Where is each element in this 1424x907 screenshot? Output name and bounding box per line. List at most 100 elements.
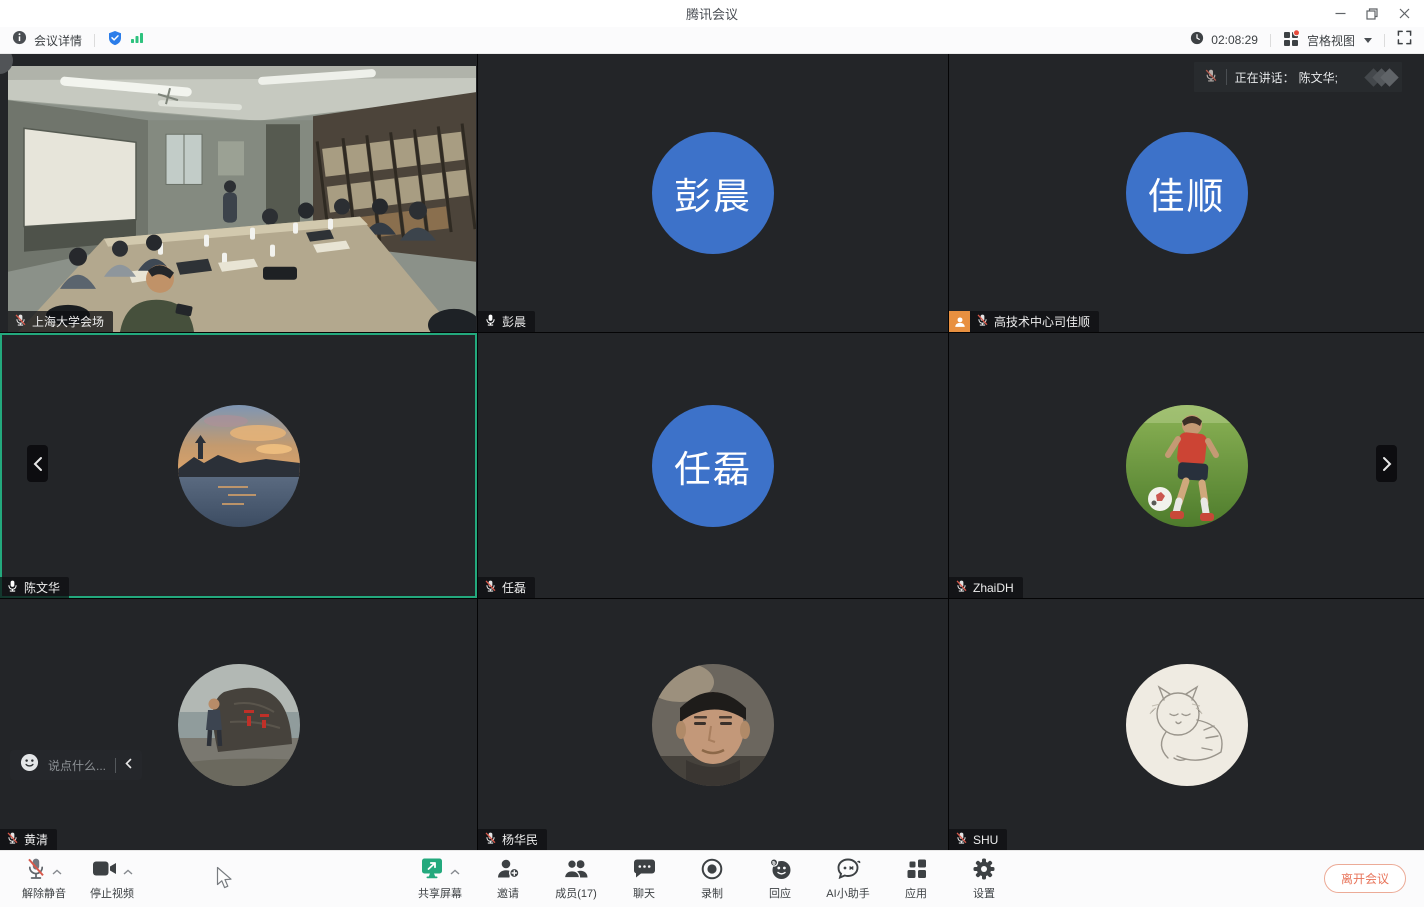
avatar: 彭晨	[652, 132, 774, 254]
tile-huangqing[interactable]: 黄清	[0, 599, 477, 850]
participant-name: 高技术中心司佳顺	[994, 313, 1090, 330]
record-button[interactable]: 录制	[689, 858, 735, 901]
speaking-name: 陈文华;	[1299, 69, 1338, 86]
mic-muted-icon	[955, 579, 968, 596]
close-icon[interactable]	[1388, 0, 1420, 27]
avatar	[1126, 664, 1248, 786]
info-icon	[12, 30, 27, 50]
divider	[1270, 34, 1271, 47]
avatar: 佳顺	[1126, 132, 1248, 254]
mic-muted-icon	[1204, 68, 1218, 86]
avatar	[652, 664, 774, 786]
leave-meeting-button[interactable]: 离开会议	[1324, 864, 1406, 893]
mic-muted-icon	[6, 831, 19, 848]
participant-name-tag: 杨华民	[478, 829, 547, 850]
meeting-header-bar: 会议详情 02:08:29 宫格视图	[0, 27, 1424, 54]
participant-name-tag: 彭晨	[478, 311, 535, 332]
camera-icon	[92, 860, 117, 882]
tile-zhaidh[interactable]: ZhaiDH	[949, 333, 1424, 598]
divider	[94, 34, 95, 47]
chevron-up-icon[interactable]	[52, 862, 62, 880]
collapse-chevron-icon[interactable]	[125, 756, 132, 774]
active-speaker-banner: 正在讲话： 陈文华;	[1194, 62, 1402, 92]
divider	[1226, 69, 1227, 85]
window-title-bar: 腾讯会议	[0, 0, 1424, 27]
apps-grid-icon	[906, 858, 927, 884]
tile-pengchen[interactable]: 彭晨 彭晨	[478, 54, 948, 332]
next-page-arrow[interactable]	[1376, 445, 1397, 482]
chevron-up-icon[interactable]	[450, 862, 460, 880]
participant-name-tag: 上海大学会场	[8, 311, 113, 332]
participant-name: 杨华民	[502, 831, 538, 848]
previous-page-arrow[interactable]	[27, 445, 48, 482]
tile-renlei[interactable]: 任磊 任磊	[478, 333, 948, 598]
record-icon	[701, 858, 723, 885]
members-button[interactable]: 成员(17)	[553, 858, 599, 901]
avatar	[178, 405, 300, 527]
tile-jiashun[interactable]: 佳顺 高技术中心司佳顺	[949, 54, 1424, 332]
chat-input-placeholder[interactable]: 说点什么...	[48, 757, 106, 774]
gear-icon	[973, 858, 995, 885]
tile-yanghuamin[interactable]: 杨华民	[478, 599, 948, 850]
view-mode-selector[interactable]: 宫格视图	[1307, 32, 1355, 49]
participant-name-tag: SHU	[949, 829, 1007, 850]
tile-shanghai-university[interactable]: 上海大学会场	[0, 54, 477, 332]
window-controls	[1324, 0, 1420, 27]
maximize-button[interactable]	[1356, 0, 1388, 27]
participant-name-tag: 黄清	[0, 829, 57, 850]
emoji-icon[interactable]	[20, 753, 39, 777]
stop-video-button[interactable]: 停止视频	[89, 858, 135, 901]
grid-view-icon	[1283, 30, 1300, 51]
participant-name: 陈文华	[24, 579, 60, 596]
avatar	[1126, 405, 1248, 527]
unmute-button[interactable]: 解除静音	[21, 858, 67, 901]
mic-muted-icon	[14, 313, 27, 330]
reaction-emoji-icon	[768, 858, 792, 885]
apps-button[interactable]: 应用	[893, 858, 939, 901]
members-icon	[563, 858, 589, 884]
banner-deco-icon	[1372, 71, 1396, 84]
chat-button[interactable]: 聊天	[621, 858, 667, 901]
participant-name: 任磊	[502, 579, 526, 596]
participant-name: SHU	[973, 833, 998, 847]
ai-assistant-button[interactable]: AI小助手	[825, 858, 871, 901]
room-video-feed	[8, 66, 476, 332]
divider	[1384, 34, 1385, 47]
divider	[115, 758, 116, 773]
mic-muted-icon	[26, 857, 46, 885]
meeting-timer: 02:08:29	[1211, 33, 1258, 47]
participant-name: 上海大学会场	[32, 313, 104, 330]
app-title: 腾讯会议	[686, 4, 738, 23]
security-shield-icon[interactable]	[107, 30, 123, 51]
participant-name: 黄清	[24, 831, 48, 848]
reaction-button[interactable]: 回应	[757, 858, 803, 901]
network-signal-icon[interactable]	[130, 31, 144, 49]
minimize-button[interactable]	[1324, 0, 1356, 27]
settings-button[interactable]: 设置	[961, 858, 1007, 901]
chevron-up-icon[interactable]	[123, 862, 133, 880]
meeting-details-link[interactable]: 会议详情	[34, 32, 82, 49]
participant-name: ZhaiDH	[973, 581, 1014, 595]
bottom-toolbar: 解除静音 停止视频 共享屏幕	[0, 850, 1424, 907]
participant-name-tag: 高技术中心司佳顺	[949, 311, 1099, 332]
chat-bubble-icon	[633, 858, 656, 884]
invite-button[interactable]: 邀请	[485, 858, 531, 901]
participant-name-tag: ZhaiDH	[949, 577, 1023, 598]
avatar	[178, 664, 300, 786]
mic-muted-icon	[484, 579, 497, 596]
ai-assistant-icon	[836, 858, 861, 884]
host-badge-icon	[949, 311, 970, 332]
participant-name-tag: 任磊	[478, 577, 535, 598]
participant-grid: 上海大学会场 彭晨 彭晨 佳顺	[0, 54, 1424, 850]
fullscreen-icon[interactable]	[1397, 30, 1412, 50]
clock-icon	[1190, 31, 1204, 50]
chevron-down-icon[interactable]	[1364, 38, 1372, 43]
tile-chenwenhua-active-speaker[interactable]: 陈文华	[0, 333, 477, 598]
quick-chat-bar[interactable]: 说点什么...	[10, 750, 142, 780]
mic-on-icon	[484, 313, 497, 330]
tile-shu[interactable]: SHU	[949, 599, 1424, 850]
share-screen-icon	[420, 857, 444, 885]
share-screen-button[interactable]: 共享屏幕	[417, 858, 463, 901]
participant-name-tag: 陈文华	[0, 577, 69, 598]
participant-name: 彭晨	[502, 313, 526, 330]
